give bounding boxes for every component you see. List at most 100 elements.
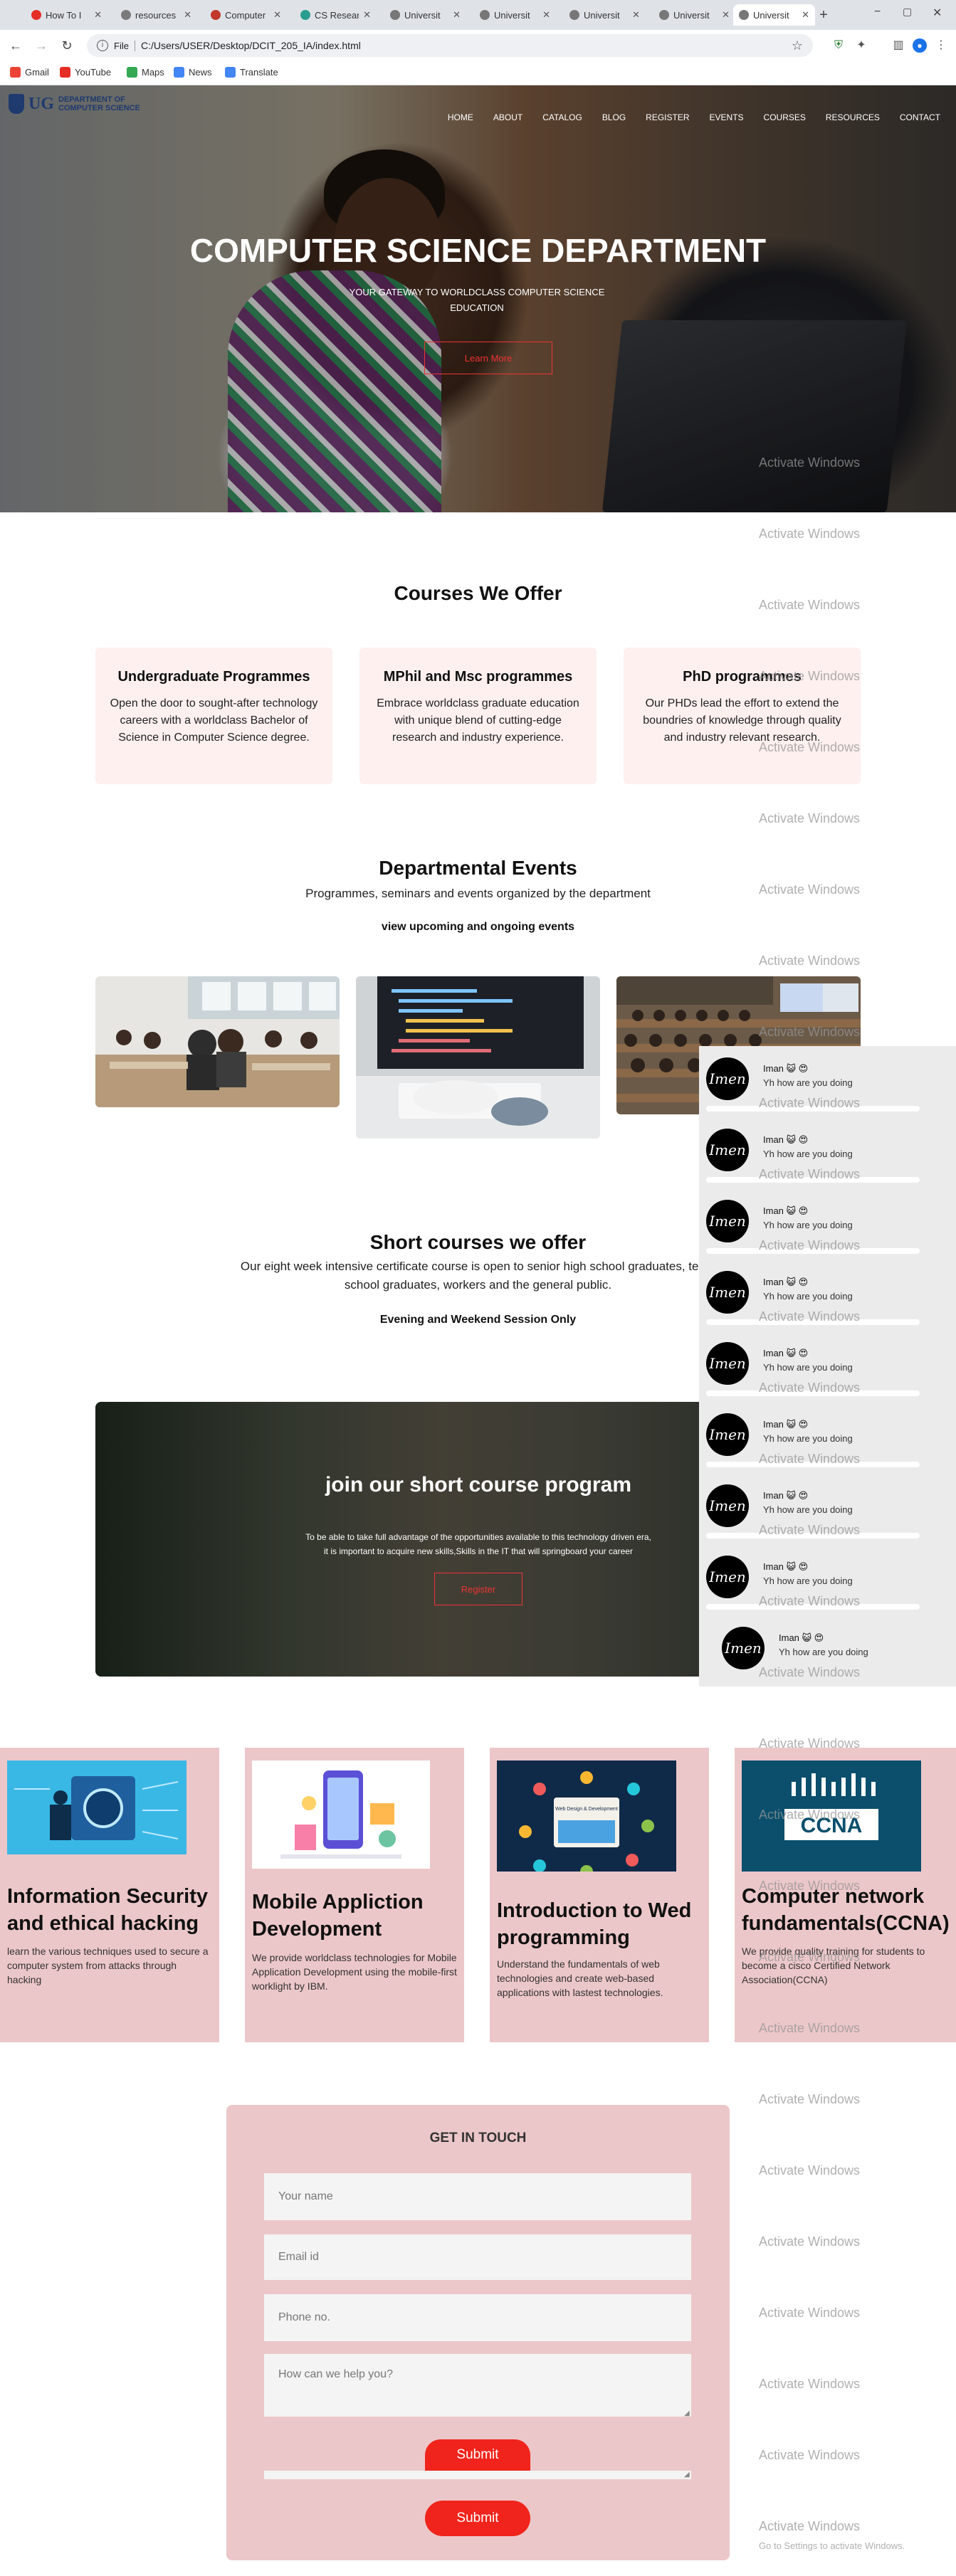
chat-message-text: Yh how are you doing xyxy=(763,1362,853,1373)
extensions-icon[interactable]: ✦ xyxy=(854,38,868,53)
bookmark-item[interactable]: Gmail xyxy=(10,67,49,78)
submit-button[interactable]: Submit xyxy=(425,2501,530,2536)
hero-subtitle-line2: EDUCATION xyxy=(450,302,504,313)
side-panel-icon[interactable]: ▥ xyxy=(891,38,905,53)
contact-form: GET IN TOUCH Your name Email id Phone no… xyxy=(226,2105,730,2560)
bookmark-item[interactable]: YouTube xyxy=(60,67,111,78)
browser-tab[interactable]: How To I ✕ xyxy=(26,4,107,26)
tab-close-icon[interactable]: ✕ xyxy=(632,9,640,21)
activate-windows-watermark: Activate Windows xyxy=(759,2021,861,2035)
bookmark-item[interactable]: Translate xyxy=(225,67,278,78)
tab-close-icon[interactable]: ✕ xyxy=(94,9,102,21)
activate-windows-watermark: Activate Windows xyxy=(759,882,861,897)
address-bar[interactable]: i File C:/Users/USER/Desktop/DCIT_205_IA… xyxy=(87,34,813,57)
chat-avatar: Imen xyxy=(706,1342,749,1385)
submit-button-inner[interactable]: Submit xyxy=(425,2439,530,2471)
bookmark-item[interactable]: News xyxy=(174,67,212,78)
topic-title: Introduction to Wed programming xyxy=(497,1899,692,1949)
hero-section: UG DEPARTMENT OF COMPUTER SCIENCE HOME AB… xyxy=(0,85,956,512)
nav-link-about[interactable]: ABOUT xyxy=(493,112,522,122)
minimize-button[interactable]: − xyxy=(874,6,881,19)
profile-avatar[interactable]: ● xyxy=(913,38,927,53)
browser-tab[interactable]: Universit ✕ xyxy=(474,4,556,26)
nav-link-contact[interactable]: CONTACT xyxy=(900,112,940,122)
course-card-undergraduate[interactable]: Undergraduate Programmes Open the door t… xyxy=(95,648,332,784)
tab-close-icon[interactable]: ✕ xyxy=(363,9,371,21)
course-card-mphil[interactable]: MPhil and Msc programmes Embrace worldcl… xyxy=(359,648,597,784)
browser-chrome: How To I ✕ resources ✕ Computer ✕ CS Resear ✕ Un… xyxy=(0,0,956,85)
register-button[interactable]: Register xyxy=(434,1573,522,1605)
topic-title: Mobile Appliction Development xyxy=(252,1891,424,1941)
tab-close-icon[interactable]: ✕ xyxy=(722,9,730,21)
menu-kebab-icon[interactable]: ⋮ xyxy=(934,38,948,53)
bookmark-label: YouTube xyxy=(75,67,112,78)
browser-tab[interactable]: Universit ✕ xyxy=(733,4,815,26)
nav-link-blog[interactable]: BLOG xyxy=(602,112,626,122)
resize-handle-icon[interactable]: ◢ xyxy=(684,2409,690,2417)
bookmark-item[interactable]: Maps xyxy=(127,67,164,78)
back-icon[interactable]: ← xyxy=(7,37,24,54)
nav-link-events[interactable]: EVENTS xyxy=(710,112,744,122)
info-icon[interactable]: i xyxy=(97,40,108,51)
site-logo[interactable]: UG DEPARTMENT OF COMPUTER SCIENCE xyxy=(9,94,140,114)
topic-card-mobile[interactable]: Mobile Appliction Development We provide… xyxy=(245,1748,464,2042)
tab-label: How To I xyxy=(46,9,82,21)
forward-icon[interactable]: → xyxy=(33,37,50,54)
hero-subtitle: YOUR GATEWAY TO WORLDCLASS COMPUTER SCIE… xyxy=(335,285,619,316)
extension-shield-icon[interactable]: ⛨ xyxy=(831,38,846,53)
url-text[interactable]: C:/Users/USER/Desktop/DCIT_205_IA/index.… xyxy=(141,40,786,51)
browser-tab[interactable]: Universit ✕ xyxy=(384,4,466,26)
site-nav: HOME ABOUT CATALOG BLOG REGISTER EVENTS COURSE… xyxy=(448,112,940,122)
chat-sender-name: Iman 😺 😍 xyxy=(763,1134,809,1145)
chat-message-text: Yh how are you doing xyxy=(763,1575,853,1586)
maximize-button[interactable]: ▢ xyxy=(903,6,912,18)
nav-link-resources[interactable]: RESOURCES xyxy=(826,112,880,122)
phone-field[interactable]: Phone no. xyxy=(264,2294,691,2341)
logo-dept-line1: DEPARTMENT OF xyxy=(58,95,125,104)
tab-close-icon[interactable]: ✕ xyxy=(184,9,191,21)
activate-windows-watermark: Activate Windows xyxy=(759,2519,861,2533)
new-tab-button[interactable]: + xyxy=(815,7,832,24)
course-text: Embrace worldclass graduate education wi… xyxy=(377,697,579,744)
nav-link-courses[interactable]: COURSES xyxy=(764,112,806,122)
tab-favicon-icon xyxy=(390,10,400,20)
tab-favicon-icon xyxy=(31,10,41,20)
tab-label: Universit xyxy=(404,9,441,21)
event-image-classroom[interactable] xyxy=(95,976,340,1107)
browser-tab[interactable]: CS Resear ✕ xyxy=(295,4,377,26)
events-link[interactable]: view upcoming and ongoing events xyxy=(0,921,956,934)
resize-handle-icon[interactable]: ◢ xyxy=(684,2471,690,2479)
message-field[interactable]: How can we help you? xyxy=(264,2354,691,2417)
nav-link-home[interactable]: HOME xyxy=(448,112,473,122)
tab-close-icon[interactable]: ✕ xyxy=(542,9,550,21)
topic-card-web[interactable]: Web Design & Development Introduction to… xyxy=(490,1748,709,2042)
chat-avatar: Imen xyxy=(706,1271,749,1314)
tab-close-icon[interactable]: ✕ xyxy=(802,9,809,21)
event-image-coding[interactable] xyxy=(356,976,600,1139)
reload-icon[interactable]: ↻ xyxy=(58,37,75,54)
topic-card-security[interactable]: Information Security and ethical hacking… xyxy=(0,1748,219,2042)
activate-windows-watermark: Activate Windows xyxy=(759,1238,861,1252)
course-card-phd[interactable]: PhD programmes Our PHDs lead the effort … xyxy=(624,648,861,784)
learn-more-button[interactable]: Learn More xyxy=(424,342,552,374)
email-field[interactable]: Email id xyxy=(264,2234,691,2280)
tab-close-icon[interactable]: ✕ xyxy=(453,9,461,21)
close-window-button[interactable]: ✕ xyxy=(933,6,942,20)
events-heading: Departmental Events xyxy=(379,857,577,879)
browser-tab[interactable]: Computer ✕ xyxy=(205,4,287,26)
name-field[interactable]: Your name xyxy=(264,2173,691,2220)
hero-title: COMPUTER SCIENCE DEPARTMENT xyxy=(189,232,767,269)
browser-tab[interactable]: Universit ✕ xyxy=(564,4,646,26)
activate-windows-watermark: Activate Windows xyxy=(759,455,861,470)
topic-card-ccna[interactable]: CCNA Computer network fundamentals(CCNA)… xyxy=(735,1748,956,2042)
activate-windows-subtext: Go to Settings to activate Windows. xyxy=(759,2540,905,2551)
tab-bar: How To I ✕ resources ✕ Computer ✕ CS Resear ✕ Un… xyxy=(0,0,956,30)
topic-text: We provide worldclass technologies for M… xyxy=(252,1952,457,1992)
nav-link-catalog[interactable]: CATALOG xyxy=(542,112,582,122)
tab-close-icon[interactable]: ✕ xyxy=(273,9,281,21)
browser-tab[interactable]: Universit ✕ xyxy=(653,4,735,26)
bookmark-favicon-icon xyxy=(225,67,236,78)
nav-link-register[interactable]: REGISTER xyxy=(646,112,689,122)
browser-tab[interactable]: resources ✕ xyxy=(115,4,197,26)
bookmark-star-icon[interactable]: ☆ xyxy=(792,38,803,53)
